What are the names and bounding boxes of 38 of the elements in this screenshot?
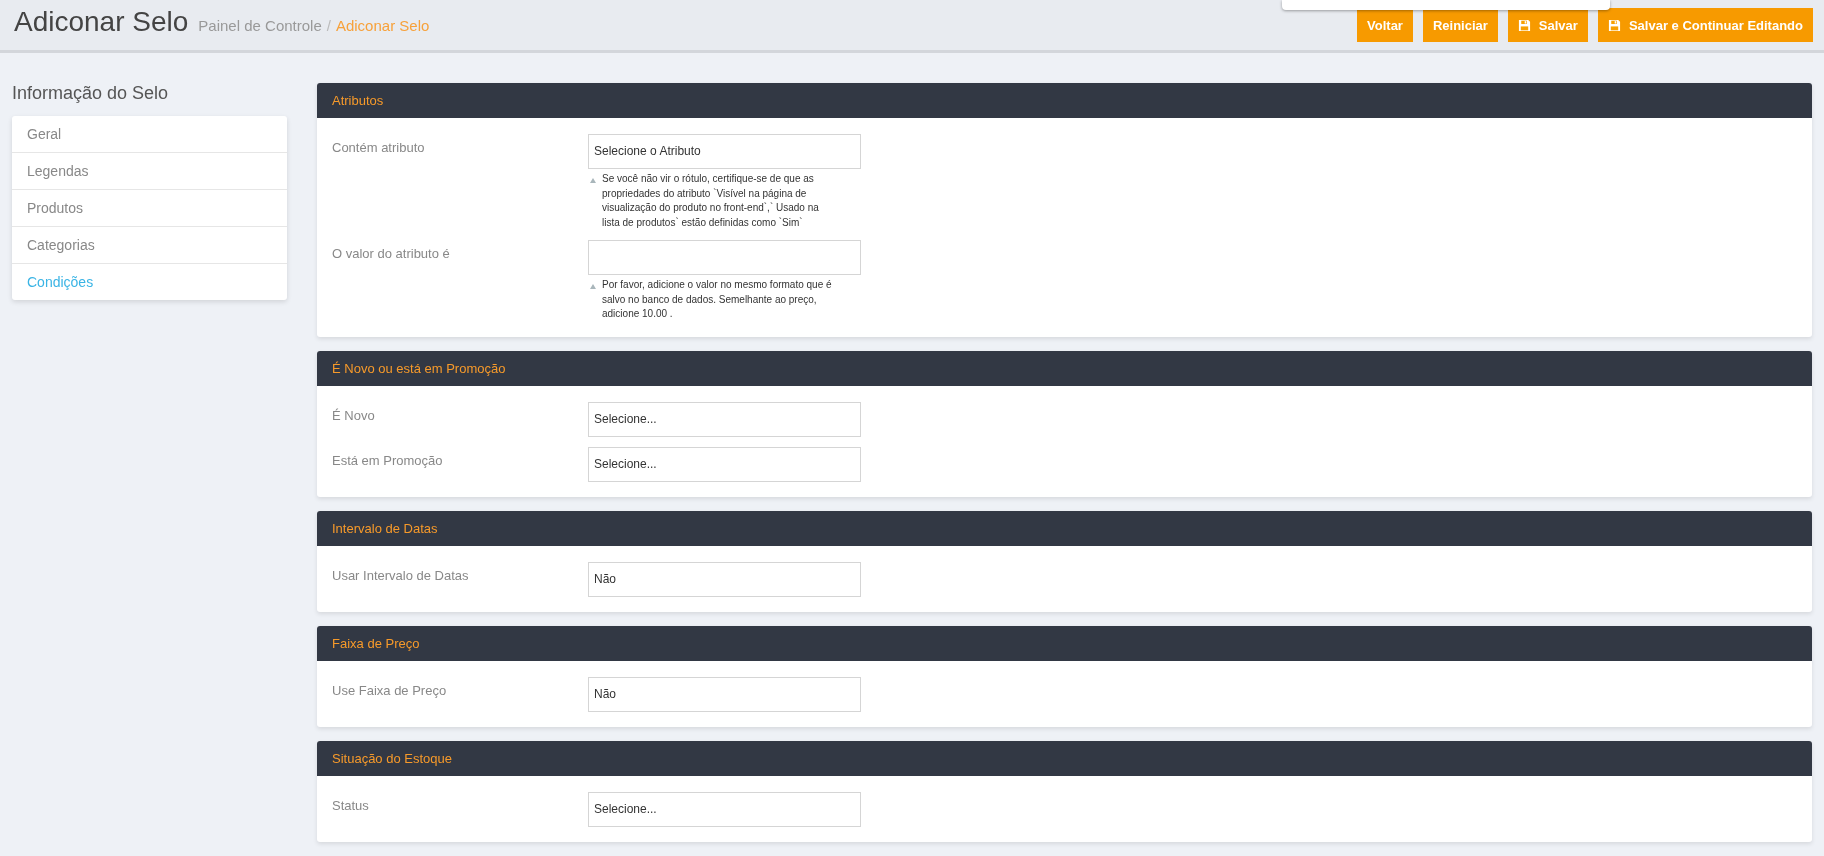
toolbar-button[interactable]: Voltar bbox=[1357, 8, 1413, 42]
field-label: Status bbox=[332, 796, 370, 815]
field-label: É Novo bbox=[332, 406, 376, 425]
sidebar-item[interactable]: Condições bbox=[12, 264, 287, 300]
breadcrumb-separator: / bbox=[326, 17, 331, 34]
sidebar-item[interactable]: Geral bbox=[12, 116, 287, 153]
select-field[interactable]: Selecione o Atributo bbox=[588, 134, 861, 169]
select-field[interactable]: Não bbox=[588, 676, 861, 712]
page-title: Adiconar Selo bbox=[14, 6, 189, 38]
select-field[interactable]: Selecione... bbox=[588, 401, 861, 437]
field-label: Contém atributo bbox=[332, 139, 426, 157]
sidebar-item[interactable]: Legendas bbox=[12, 153, 287, 190]
help-text: Se você não vir o rótulo, certifique-se de que as propriedades do atributo `Visível na página de visualização do produto no front-end`,` Usado na lista de produtos` estão definidas como `Sim` bbox=[602, 172, 820, 230]
field-label: O valor do atributo é bbox=[332, 245, 451, 263]
panel-header: Intervalo de Datas bbox=[317, 510, 1812, 546]
hint-arrow-icon bbox=[590, 284, 596, 289]
sidebar-item[interactable]: Categorias bbox=[12, 227, 287, 264]
toolbar-button[interactable]: Reiniciar bbox=[1422, 8, 1498, 42]
select-field[interactable]: Não bbox=[588, 561, 861, 597]
panel-header: Faixa de Preço bbox=[317, 625, 1812, 661]
field-label: Usar Intervalo de Datas bbox=[332, 566, 470, 585]
panel-header: Situação do Estoque bbox=[317, 740, 1812, 776]
toolbar-button[interactable]: Salvar e Continuar Editando bbox=[1597, 8, 1813, 42]
sidebar-title: Informação do Selo bbox=[12, 83, 170, 104]
panel-header: Atributos bbox=[317, 83, 1812, 118]
field-label: Está em Promoção bbox=[332, 451, 444, 470]
panel-header: É Novo ou está em Promoção bbox=[317, 350, 1812, 386]
select-field[interactable]: Selecione... bbox=[588, 446, 861, 482]
breadcrumb-link[interactable]: Painel de Controle bbox=[198, 17, 322, 34]
sidebar-item[interactable]: Produtos bbox=[12, 190, 287, 227]
save-icon bbox=[1517, 18, 1531, 32]
save-icon bbox=[1607, 18, 1621, 32]
input-field[interactable] bbox=[588, 240, 861, 275]
hint-arrow-icon bbox=[590, 178, 596, 183]
select-field[interactable]: Selecione... bbox=[588, 791, 861, 827]
toolbar-button[interactable]: Salvar bbox=[1507, 8, 1588, 42]
field-label: Use Faixa de Preço bbox=[332, 681, 448, 700]
help-text: Por favor, adicione o valor no mesmo formato que é salvo no banco de dados. Semelhante ao preço, adicione 10.00 . bbox=[602, 278, 833, 321]
